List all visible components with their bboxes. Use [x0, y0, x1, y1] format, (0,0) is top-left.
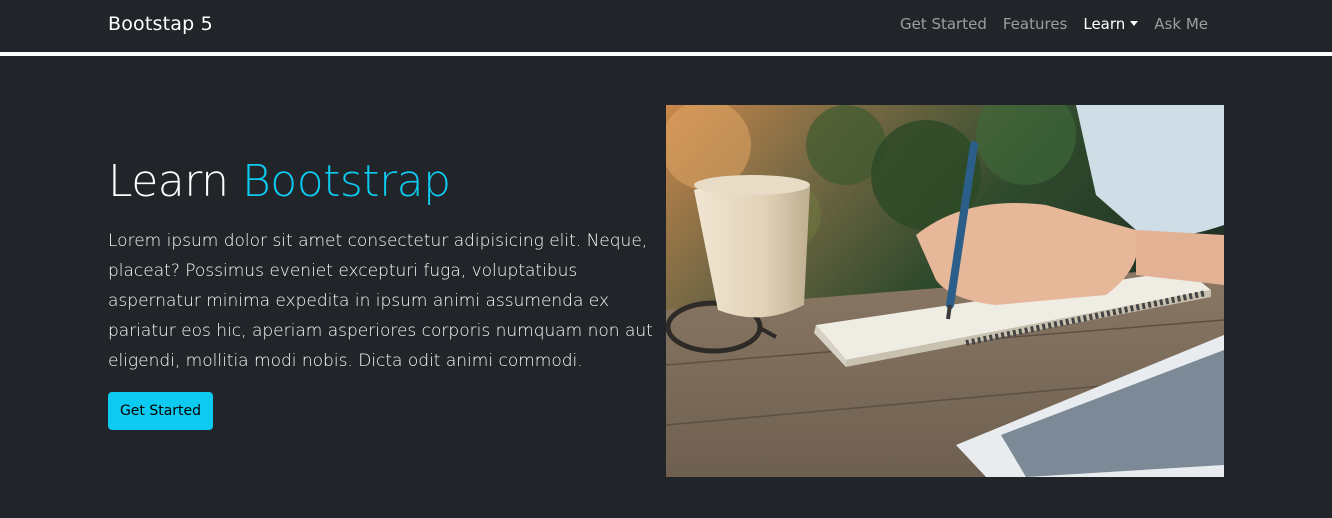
hero-photo-illustration	[666, 105, 1224, 477]
hero-title-accent: Bootstrap	[241, 156, 451, 207]
hero-image	[666, 105, 1224, 477]
nav-link-get-started[interactable]: Get Started	[892, 15, 995, 33]
get-started-button[interactable]: Get Started	[108, 392, 213, 430]
nav-link-features[interactable]: Features	[995, 15, 1076, 33]
navbar-brand[interactable]: Bootstap 5	[108, 13, 213, 35]
caret-down-icon	[1130, 20, 1139, 26]
nav-link-label: Learn	[1083, 15, 1126, 33]
nav-link-label: Features	[1002, 15, 1068, 33]
nav-dropdown-learn[interactable]: Learn	[1075, 15, 1146, 33]
nav-links: Get Started Features Learn Ask Me	[892, 15, 1216, 33]
nav-link-label: Ask Me	[1154, 15, 1208, 33]
nav-link-label: Get Started	[899, 15, 987, 33]
hero-lead-text: Lorem ipsum dolor sit amet consectetur a…	[108, 231, 653, 371]
nav-link-ask-me[interactable]: Ask Me	[1146, 15, 1216, 33]
hero-title: Learn Bootstrap	[108, 156, 451, 207]
hero-title-plain: Learn	[108, 156, 229, 207]
navbar: Bootstap 5 Get Started Features Learn As…	[0, 0, 1332, 52]
navbar-divider	[0, 52, 1332, 56]
